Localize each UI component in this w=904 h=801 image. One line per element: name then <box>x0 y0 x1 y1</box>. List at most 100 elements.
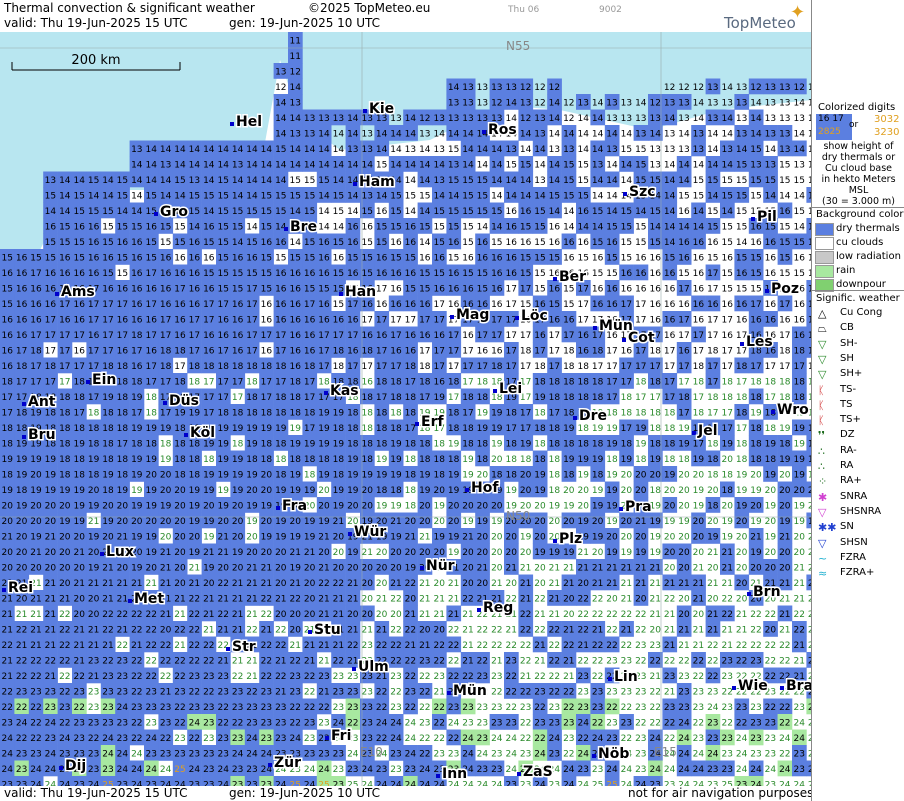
city-name: Szc <box>629 184 656 200</box>
svg-text:18: 18 <box>405 362 417 372</box>
city-18[interactable]: Kas <box>324 382 360 401</box>
svg-text:21: 21 <box>232 579 243 589</box>
svg-text:16: 16 <box>318 254 330 264</box>
city-marker <box>751 217 755 221</box>
city-37[interactable]: Reg <box>477 599 515 618</box>
svg-text:20: 20 <box>261 517 273 527</box>
svg-text:18: 18 <box>750 440 762 450</box>
city-12[interactable]: Mag <box>450 306 491 325</box>
city-28[interactable]: Hof <box>465 479 501 498</box>
city-9[interactable]: Poz <box>765 280 801 299</box>
svg-text:17: 17 <box>232 393 243 403</box>
city-marker <box>128 599 132 603</box>
svg-text:16: 16 <box>131 254 143 264</box>
svg-text:12: 12 <box>289 68 300 78</box>
svg-text:12: 12 <box>275 83 286 93</box>
city-marker <box>339 292 343 296</box>
svg-text:16: 16 <box>174 316 186 326</box>
svg-text:15: 15 <box>577 192 588 202</box>
city-34[interactable]: Nür <box>420 557 456 576</box>
city-14[interactable]: Mün <box>593 317 634 336</box>
svg-text:19: 19 <box>145 424 157 434</box>
svg-text:22: 22 <box>390 626 401 636</box>
city-51[interactable]: ZaS <box>517 763 554 782</box>
city-43[interactable]: Wie <box>732 677 769 696</box>
city-26[interactable]: Dre <box>573 407 609 426</box>
svg-text:21: 21 <box>433 595 444 605</box>
svg-text:17: 17 <box>549 362 560 372</box>
svg-text:16: 16 <box>621 285 633 295</box>
svg-text:14: 14 <box>678 176 690 186</box>
svg-text:19: 19 <box>203 533 215 543</box>
svg-text:23: 23 <box>693 734 704 744</box>
city-2[interactable]: Ros <box>482 121 518 140</box>
svg-text:17: 17 <box>88 316 99 326</box>
svg-text:22: 22 <box>505 688 516 698</box>
svg-text:22: 22 <box>693 719 704 729</box>
svg-text:19: 19 <box>131 424 143 434</box>
svg-text:14: 14 <box>664 223 676 233</box>
city-36[interactable]: Met <box>128 590 166 609</box>
svg-text:19: 19 <box>649 517 661 527</box>
svg-text:14: 14 <box>347 176 359 186</box>
city-47[interactable]: Nöb <box>592 745 631 764</box>
svg-text:15: 15 <box>59 238 70 248</box>
svg-text:22: 22 <box>621 610 632 620</box>
svg-text:16: 16 <box>289 269 301 279</box>
svg-text:20: 20 <box>707 517 719 527</box>
svg-text:14: 14 <box>174 192 186 202</box>
svg-text:14: 14 <box>750 114 762 124</box>
legend-weather-icon: ▽ <box>818 505 827 519</box>
city-21[interactable]: Düs <box>163 392 200 411</box>
svg-text:18: 18 <box>577 424 589 434</box>
svg-text:20: 20 <box>477 548 489 558</box>
svg-text:23: 23 <box>145 750 156 760</box>
city-45[interactable]: Mün <box>447 682 488 701</box>
city-32[interactable]: Lux <box>100 543 135 562</box>
svg-text:17: 17 <box>30 378 41 388</box>
city-20[interactable]: Ant <box>22 393 57 412</box>
svg-text:23: 23 <box>707 765 718 775</box>
svg-text:15: 15 <box>577 161 588 171</box>
svg-text:15: 15 <box>304 192 315 202</box>
svg-text:17: 17 <box>390 362 401 372</box>
svg-text:16: 16 <box>376 331 388 341</box>
city-marker <box>59 766 63 770</box>
svg-text:16: 16 <box>448 269 460 279</box>
svg-text:20: 20 <box>678 564 690 574</box>
svg-text:20: 20 <box>462 502 474 512</box>
svg-text:16: 16 <box>390 285 402 295</box>
city-5[interactable]: Gro <box>154 203 190 222</box>
svg-text:16: 16 <box>505 269 517 279</box>
svg-text:17: 17 <box>102 347 113 357</box>
svg-text:17: 17 <box>73 331 84 341</box>
svg-text:17: 17 <box>549 409 560 419</box>
city-38[interactable]: Brn <box>747 583 782 602</box>
svg-text:16: 16 <box>405 347 417 357</box>
city-name: Hof <box>471 480 499 496</box>
city-10[interactable]: Ams <box>55 283 96 302</box>
svg-text:16: 16 <box>693 269 705 279</box>
svg-text:15: 15 <box>736 192 747 202</box>
svg-text:24: 24 <box>59 734 71 744</box>
svg-text:19: 19 <box>765 502 777 512</box>
svg-text:23: 23 <box>678 672 689 682</box>
svg-text:20: 20 <box>750 564 762 574</box>
svg-text:19: 19 <box>779 517 791 527</box>
svg-text:14: 14 <box>549 207 561 217</box>
legend-weather-icon: ❜❜ <box>818 429 826 443</box>
city-marker <box>325 736 329 740</box>
city-23[interactable]: Bru <box>22 426 57 445</box>
svg-text:21: 21 <box>318 657 329 667</box>
city-41[interactable]: Ulm <box>352 658 390 677</box>
svg-text:21: 21 <box>491 579 502 589</box>
svg-text:19: 19 <box>750 409 762 419</box>
city-11[interactable]: Han <box>339 283 378 302</box>
city-31[interactable]: Wür <box>348 523 388 542</box>
weather-map[interactable]: 111113 1212 14 14 13 13 13 13 12 12 12 12 12 12 13 14 13… <box>0 0 811 801</box>
svg-text:16: 16 <box>448 238 460 248</box>
svg-text:15: 15 <box>649 238 660 248</box>
city-4[interactable]: Ham <box>353 173 396 192</box>
city-22[interactable]: Wro <box>771 401 811 420</box>
svg-text:16: 16 <box>88 331 100 341</box>
